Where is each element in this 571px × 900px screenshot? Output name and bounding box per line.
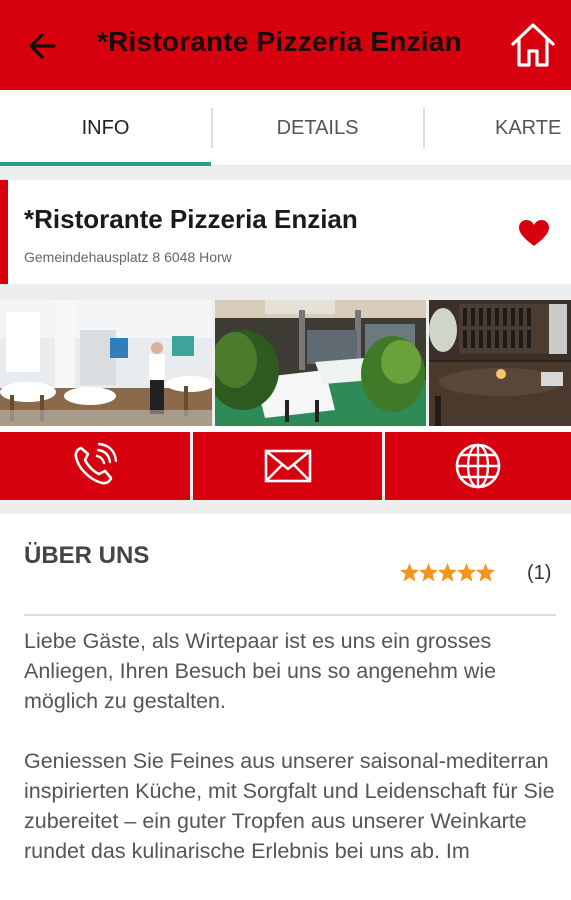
place-name: *Ristorante Pizzeria Enzian <box>24 204 358 234</box>
star-icon <box>400 563 419 582</box>
home-icon <box>511 23 555 67</box>
tab-info[interactable]: INFO <box>0 90 211 166</box>
heart-icon <box>519 220 549 246</box>
photo-gallery <box>0 300 571 426</box>
about-text: Liebe Gäste, als Wirtepaar ist es uns ei… <box>24 626 564 896</box>
rating-stars[interactable] <box>400 562 496 584</box>
about-paragraph: Liebe Gäste, als Wirtepaar ist es uns ei… <box>24 629 497 713</box>
photo-terrace[interactable] <box>215 300 426 426</box>
place-address: Gemeindehausplatz 8 6048 Horw <box>24 249 232 265</box>
tab-bar: INFO DETAILS KARTE <box>0 90 571 166</box>
back-button[interactable] <box>22 28 62 64</box>
star-icon <box>476 563 495 582</box>
photo-wine-bar[interactable] <box>429 300 571 426</box>
phone-icon <box>74 442 118 485</box>
photo-dining-room[interactable] <box>0 300 212 426</box>
app-bar: *Ristorante Pizzeria Enzian <box>0 0 571 90</box>
contact-actions <box>0 432 571 500</box>
place-header-card: *Ristorante Pizzeria Enzian Gemeindehaus… <box>0 180 571 284</box>
globe-icon <box>455 443 501 489</box>
arrow-left-icon <box>29 33 56 59</box>
favorite-button[interactable] <box>517 218 551 248</box>
app-bar-title: *Ristorante Pizzeria Enzian <box>97 26 462 57</box>
section-gap <box>0 166 571 180</box>
rating-count[interactable]: (1) <box>527 562 551 585</box>
mail-icon <box>264 449 311 483</box>
call-button[interactable] <box>0 432 190 500</box>
star-icon <box>457 563 476 582</box>
star-icon <box>419 563 438 582</box>
star-icon <box>438 563 457 582</box>
divider <box>24 614 556 616</box>
accent-bar <box>0 180 8 284</box>
section-gap <box>0 500 571 514</box>
about-section: ÜBER UNS (1) Liebe Gäste, als Wirtepaar … <box>0 514 571 900</box>
email-button[interactable] <box>193 432 382 500</box>
home-button[interactable] <box>508 20 558 70</box>
website-button[interactable] <box>385 432 571 500</box>
section-gap <box>0 284 571 300</box>
tab-details[interactable]: DETAILS <box>212 90 423 166</box>
tab-karte[interactable]: KARTE <box>424 90 571 166</box>
about-paragraph: Geniessen Sie Feines aus unserer saisona… <box>24 749 555 863</box>
about-title: ÜBER UNS <box>24 542 150 569</box>
